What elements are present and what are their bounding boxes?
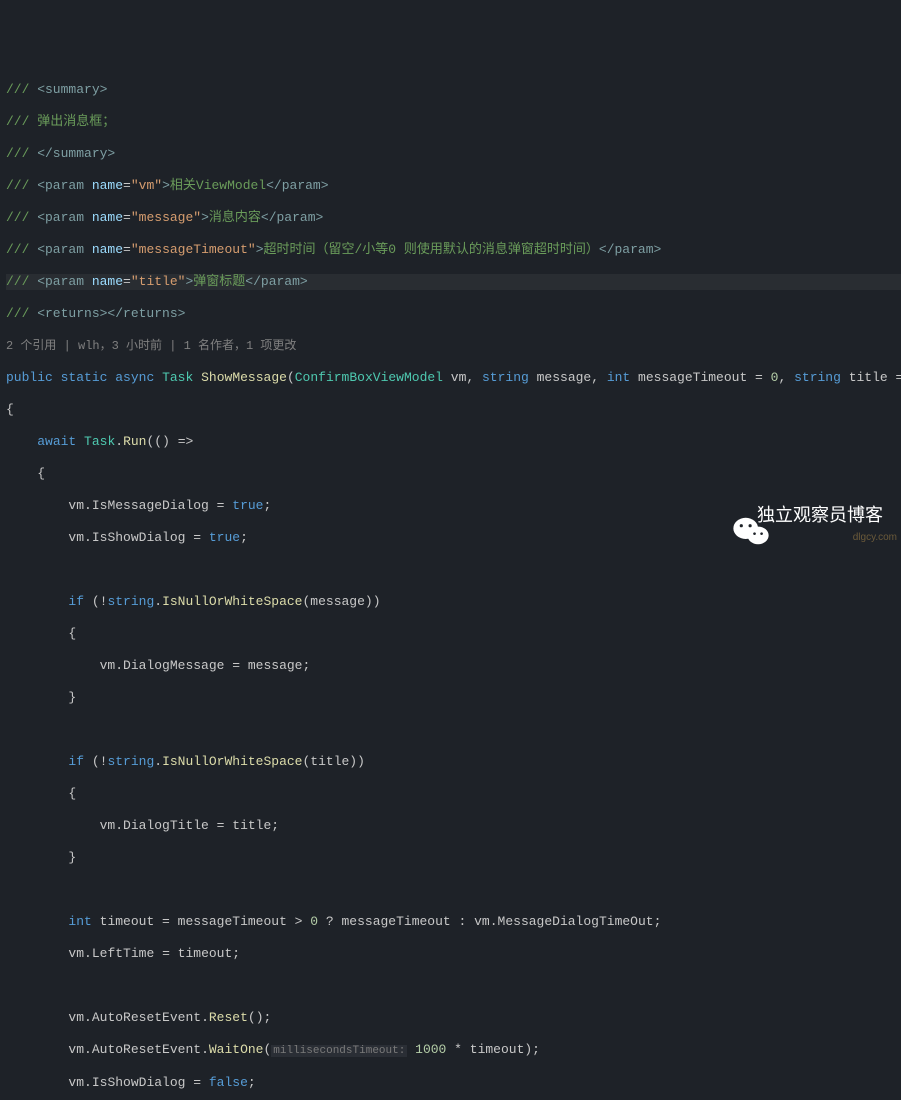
assign-lefttime: vm.LeftTime = timeout; [6,946,901,962]
blank [6,562,901,578]
if-title: if (!string.IsNullOrWhiteSpace(title)) [6,754,901,770]
doc-summary-close: /// </summary> [6,146,901,162]
if-title-close: } [6,850,901,866]
blank [6,882,901,898]
assign-dialogmessage: vm.DialogMessage = message; [6,658,901,674]
waitone-call: vm.AutoResetEvent.WaitOne(millisecondsTi… [6,1042,901,1059]
if-title-open: { [6,786,901,802]
doc-param-vm: /// <param name="vm">相关ViewModel</param> [6,178,901,194]
blank [6,722,901,738]
timeout-decl: int timeout = messageTimeout > 0 ? messa… [6,914,901,930]
code-editor[interactable]: /// <summary> /// 弹出消息框； /// </summary> … [0,64,901,1100]
doc-param-title: /// <param name="title">弹窗标题</param> [6,274,901,290]
doc-summary-text: /// 弹出消息框； [6,114,901,130]
doc-param-timeout: /// <param name="messageTimeout">超时时间（留空… [6,242,901,258]
method-signature: public static async Task ShowMessage(Con… [6,370,901,386]
watermark: 独立观察员博客 [713,500,883,530]
doc-param-message: /// <param name="message">消息内容</param> [6,210,901,226]
if-message-open: { [6,626,901,642]
reset-call: vm.AutoResetEvent.Reset(); [6,1010,901,1026]
corner-watermark: dlgcy.com [853,530,897,546]
doc-returns: /// <returns></returns> [6,306,901,322]
assign-isshowdialog-false: vm.IsShowDialog = false; [6,1075,901,1091]
wechat-icon [713,500,749,530]
doc-summary-open: /// <summary> [6,82,901,98]
if-message: if (!string.IsNullOrWhiteSpace(message)) [6,594,901,610]
codelens[interactable]: 2 个引用 | wlh，3 小时前 | 1 名作者，1 项更改 [6,338,901,354]
lambda-brace-open: { [6,466,901,482]
if-message-close: } [6,690,901,706]
blank [6,978,901,994]
await-line: await Task.Run(() => [6,434,901,450]
watermark-text: 独立观察员博客 [757,507,883,523]
brace-open: { [6,402,901,418]
assign-dialogtitle: vm.DialogTitle = title; [6,818,901,834]
param-name-hint: millisecondsTimeout: [271,1045,407,1057]
